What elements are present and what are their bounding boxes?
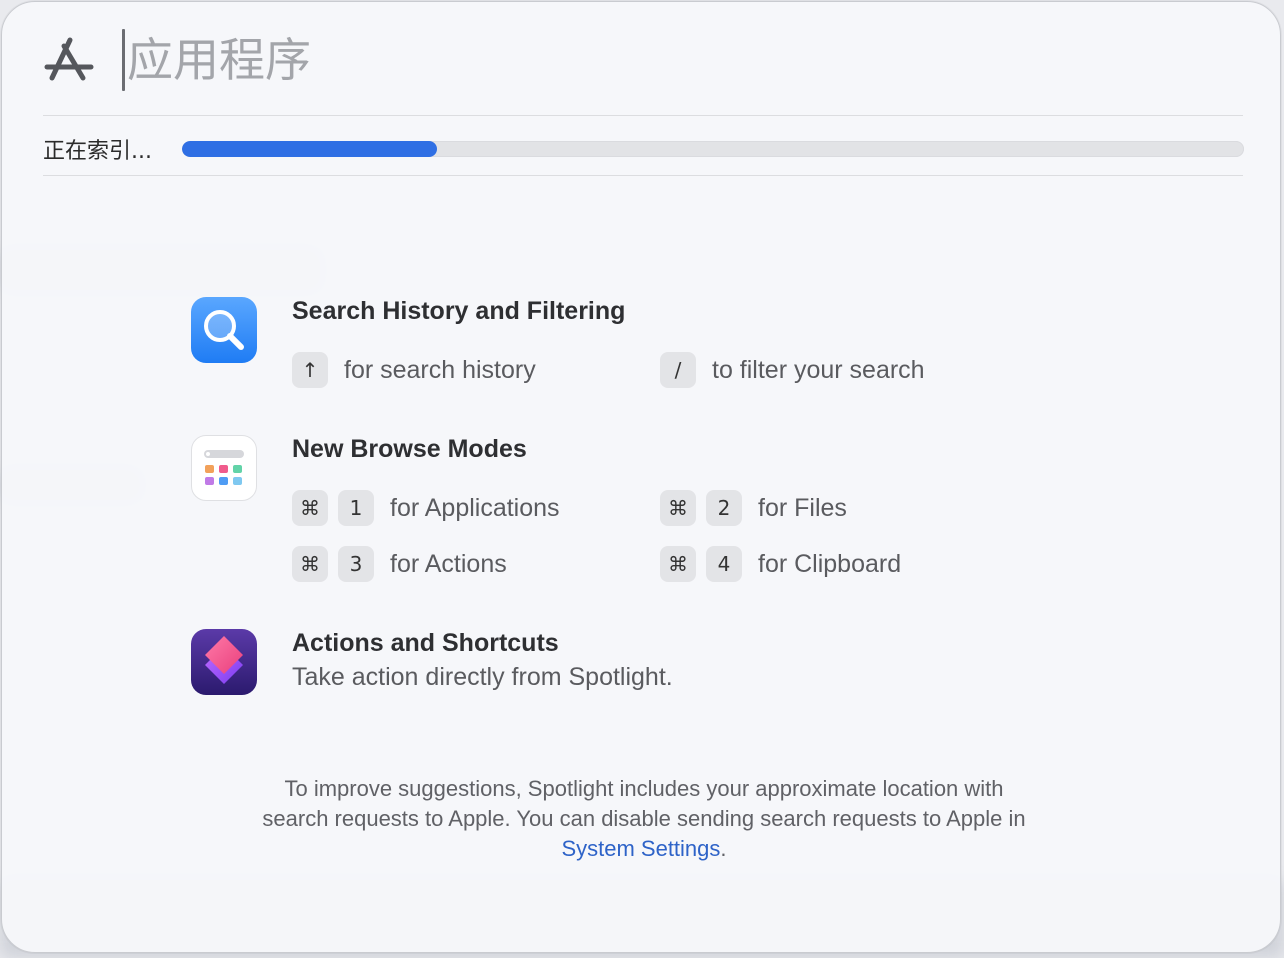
feature-title: New Browse Modes — [292, 435, 527, 463]
privacy-line-2: search requests to Apple. You can disabl… — [262, 806, 1026, 831]
key-command: ⌘ — [660, 490, 696, 526]
text-caret — [122, 29, 125, 91]
hint-applications: ⌘ 1 for Applications — [292, 490, 560, 526]
indexing-progress-fill — [182, 141, 437, 157]
indexing-progress-bar — [182, 141, 1244, 157]
hint-actions: ⌘ 3 for Actions — [292, 546, 507, 582]
key-command: ⌘ — [292, 490, 328, 526]
key-up-arrow: ↑ — [292, 352, 328, 388]
app-store-icon — [42, 34, 96, 86]
hint-clipboard: ⌘ 4 for Clipboard — [660, 546, 901, 582]
feature-title: Search History and Filtering — [292, 297, 626, 325]
hint-search-history: ↑ for search history — [292, 352, 536, 388]
hint-text: for Clipboard — [758, 549, 902, 578]
key-command: ⌘ — [292, 546, 328, 582]
hint-filter-search: / to filter your search — [660, 352, 925, 388]
magnifier-icon — [191, 297, 257, 363]
hint-text: for Actions — [390, 549, 507, 578]
key-2: 2 — [706, 490, 742, 526]
hint-text: for Files — [758, 493, 847, 522]
search-divider — [43, 115, 1243, 116]
privacy-suffix: . — [720, 836, 727, 861]
privacy-line-1: To improve suggestions, Spotlight includ… — [284, 776, 1004, 801]
hint-files: ⌘ 2 for Files — [660, 490, 847, 526]
privacy-line-3: System Settings. — [182, 834, 1106, 864]
key-command: ⌘ — [660, 546, 696, 582]
browse-modes-icon — [191, 435, 257, 501]
privacy-notice: To improve suggestions, Spotlight includ… — [182, 774, 1106, 864]
spotlight-panel: 正在索引... Search History and Filtering ↑ f… — [1, 1, 1281, 953]
hint-text: for Applications — [390, 493, 560, 522]
progress-divider — [43, 175, 1243, 176]
hint-text: to filter your search — [712, 355, 925, 384]
system-settings-link[interactable]: System Settings — [561, 836, 720, 861]
feature-title: Actions and Shortcuts — [292, 629, 559, 657]
key-1: 1 — [338, 490, 374, 526]
indexing-label: 正在索引... — [43, 139, 152, 164]
hint-text: for search history — [344, 355, 536, 384]
feature-description: Take action directly from Spotlight. — [292, 663, 673, 691]
indexing-row: 正在索引... — [43, 132, 1244, 166]
search-input[interactable] — [127, 28, 1127, 92]
key-slash: / — [660, 352, 696, 388]
search-row — [42, 28, 1127, 92]
shortcuts-icon — [191, 629, 257, 695]
key-3: 3 — [338, 546, 374, 582]
key-4: 4 — [706, 546, 742, 582]
